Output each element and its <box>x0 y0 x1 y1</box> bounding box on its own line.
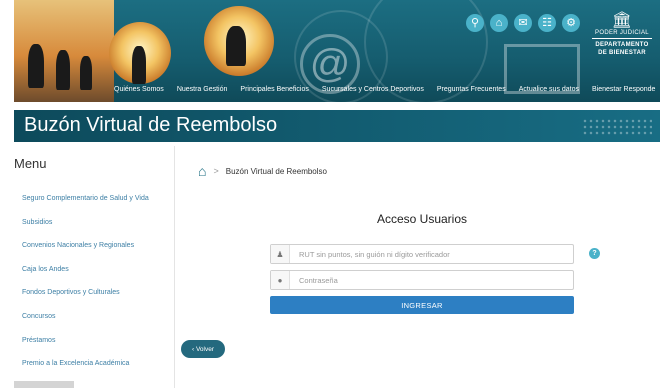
header-banner: @ ⚲ ⌂ ✉ ☷ ⚙ 🏛 PODER JUDICIAL DEPARTAMENT… <box>14 0 660 102</box>
lock-icon: ● <box>271 271 290 289</box>
password-field: ● <box>270 270 574 290</box>
login-heading: Acceso Usuarios <box>376 212 468 226</box>
page-title: Buzón Virtual de Reembolso <box>24 114 278 136</box>
password-input[interactable] <box>290 274 561 286</box>
help-icon[interactable]: ? <box>589 248 600 259</box>
silhouette-figure <box>132 46 146 84</box>
courthouse-icon: 🏛 <box>611 12 633 29</box>
volver-button[interactable]: ‹ Volver <box>181 340 225 358</box>
page-title-bar: Buzón Virtual de Reembolso <box>14 110 660 142</box>
logo-line-2: DEPARTAMENTO DE BIENESTAR <box>595 42 649 56</box>
sidebar-menu: Seguro Complementario de Salud y Vida Su… <box>22 193 149 382</box>
nav-quienes-somos[interactable]: Quiénes Somos <box>114 86 164 100</box>
silhouette-figure <box>80 56 92 90</box>
sidebar-item-concursos[interactable]: Concursos <box>22 311 149 335</box>
sidebar-item-premio[interactable]: Premio a la Excelencia Académica <box>22 358 149 382</box>
sitemap-icon[interactable]: ☷ <box>538 14 556 32</box>
sidebar-item-subsidios[interactable]: Subsidios <box>22 217 149 241</box>
breadcrumb-separator-icon: > <box>213 166 219 176</box>
user-icon: ♟ <box>271 245 290 263</box>
nav-sucursales[interactable]: Sucursales y Centros Deportivos <box>322 86 424 100</box>
rut-field: ♟ <box>270 244 574 264</box>
nav-preguntas-frecuentes[interactable]: Preguntas Frecuentes <box>437 86 506 100</box>
volver-label: Volver <box>195 345 215 353</box>
silhouette-figure <box>28 44 44 88</box>
home-icon[interactable]: ⌂ <box>490 14 508 32</box>
contact-icon[interactable]: ✉ <box>514 14 532 32</box>
sidebar-title: Menu <box>14 156 47 171</box>
sidebar-item-seguro[interactable]: Seguro Complementario de Salud y Vida <box>22 193 149 217</box>
cyclist-silhouette <box>226 26 246 66</box>
breadcrumb-current: Buzón Virtual de Reembolso <box>225 166 327 176</box>
main-nav: Quiénes Somos Nuestra Gestión Principale… <box>114 86 655 100</box>
logo-line-1: PODER JUDICIAL <box>592 30 652 39</box>
search-icon[interactable]: ⚲ <box>466 14 484 32</box>
nav-principales-beneficios[interactable]: Principales Beneficios <box>240 86 308 100</box>
nav-bienestar-responde[interactable]: Bienestar Responde <box>592 86 655 100</box>
rut-input[interactable] <box>290 248 561 260</box>
sidebar-item-caja-los-andes[interactable]: Caja los Andes <box>22 264 149 288</box>
poder-judicial-logo[interactable]: 🏛 PODER JUDICIAL DEPARTAMENTO DE BIENEST… <box>592 12 652 57</box>
sidebar-item-prestamos[interactable]: Préstamos <box>22 335 149 359</box>
dots-decoration <box>582 118 652 136</box>
header-icons: ⚲ ⌂ ✉ ☷ ⚙ <box>466 14 580 32</box>
breadcrumb: ⌂ > Buzón Virtual de Reembolso <box>198 164 327 178</box>
silhouette-figure <box>56 50 70 90</box>
sidebar-cutoff-item <box>14 381 74 388</box>
ingresar-button[interactable]: INGRESAR <box>270 296 574 314</box>
settings-icon[interactable]: ⚙ <box>562 14 580 32</box>
nav-actualice-datos[interactable]: Actualice sus datos <box>519 86 579 100</box>
nav-nuestra-gestion[interactable]: Nuestra Gestión <box>177 86 228 100</box>
sidebar-item-fondos[interactable]: Fondos Deportivos y Culturales <box>22 287 149 311</box>
sidebar-item-convenios[interactable]: Convenios Nacionales y Regionales <box>22 240 149 264</box>
home-icon[interactable]: ⌂ <box>198 164 206 178</box>
at-sign-icon: @ <box>300 34 360 94</box>
chevron-left-icon: ‹ <box>191 345 195 353</box>
sidebar-divider <box>174 146 175 388</box>
